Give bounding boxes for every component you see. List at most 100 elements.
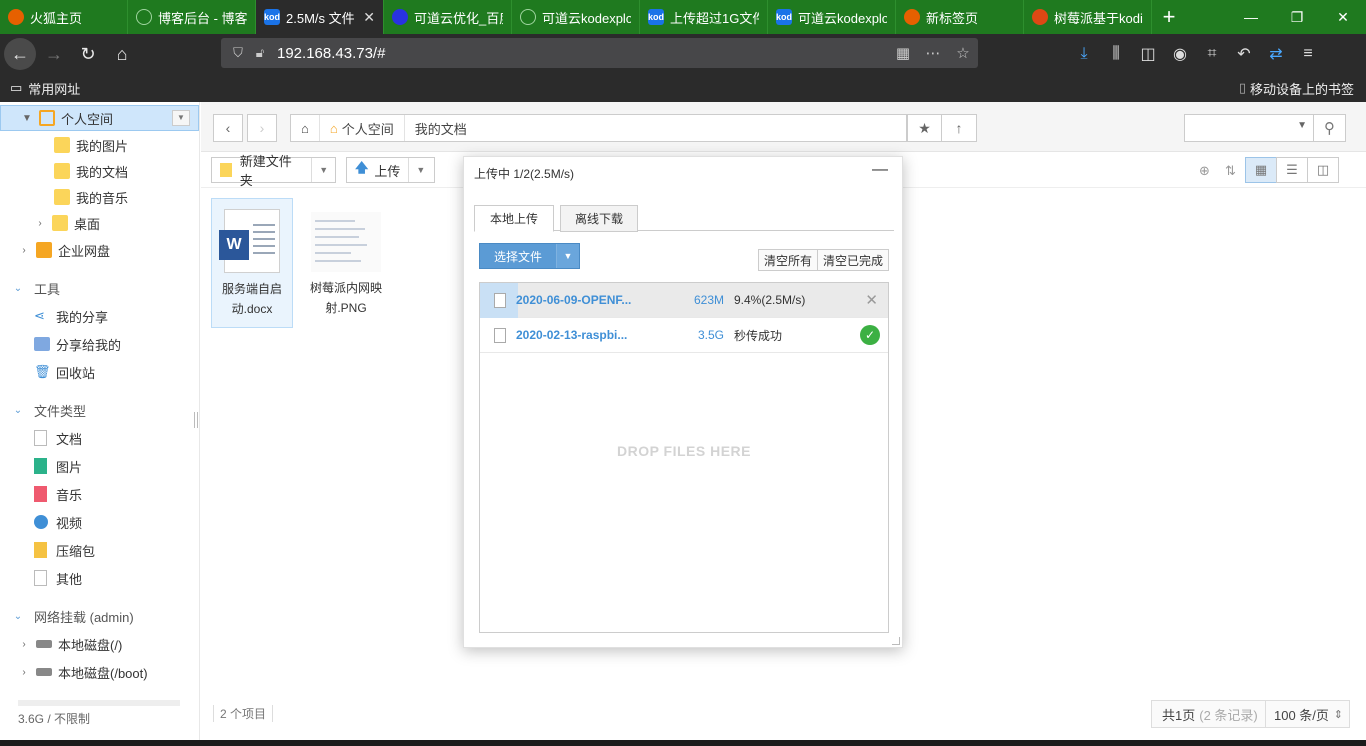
chevron-down-icon[interactable]: ▼ (556, 244, 579, 268)
tab-kodexplorer-blog[interactable]: 可道云kodexplorer (512, 0, 640, 34)
tab-blog-admin[interactable]: 博客后台 - 博客 (128, 0, 256, 34)
shield-icon[interactable]: ⛉ (227, 45, 249, 61)
undo-icon[interactable]: ↶ (1228, 44, 1260, 64)
new-tab-button[interactable]: + (1152, 0, 1186, 34)
new-folder-button[interactable]: 新建文件夹 ▼ (211, 154, 336, 188)
minimize-dialog-icon[interactable]: — (872, 161, 888, 179)
sync-icon[interactable]: ⇄ (1260, 44, 1292, 64)
chevron-down-icon[interactable]: ▼ (408, 158, 432, 182)
per-page-select[interactable]: 100 条/页 ⇕ (1265, 700, 1350, 728)
qr-code-icon[interactable]: ▦ (888, 44, 918, 62)
chevron-down-icon[interactable]: ⌄ (12, 283, 24, 294)
account-icon[interactable]: ◉ (1164, 44, 1196, 64)
back-button[interactable]: ← (4, 38, 36, 70)
grid-view-icon[interactable]: ▦ (1245, 157, 1277, 183)
upload-button[interactable]: 🡅 上传 ▼ (346, 157, 435, 183)
sidebar-resize-handle[interactable] (194, 412, 198, 428)
forward-button[interactable]: → (38, 38, 70, 70)
chevron-right-icon[interactable]: › (18, 667, 30, 678)
menu-icon[interactable]: ≡ (1292, 45, 1324, 63)
sidebar-item-type-archive[interactable]: 压缩包 (0, 537, 199, 563)
file-item-png[interactable]: 树莓派内网映射.PNG (305, 198, 387, 328)
download-icon[interactable]: ⤓ (1068, 45, 1100, 63)
list-view-icon[interactable]: ☰ (1276, 157, 1308, 183)
bookmark-folder-common[interactable]: ▭ 常用网址 (10, 79, 80, 98)
sidebar-item-type-music[interactable]: 音乐 (0, 481, 199, 507)
sidebar-item-shared-with-me[interactable]: 分享给我的 (0, 331, 199, 357)
address-bar[interactable]: ⛉ 🔓︎ 192.168.43.73/# ▦ ⋯ ☆ (221, 38, 978, 68)
chevron-down-icon[interactable]: ▼ (21, 113, 33, 124)
page-actions-icon[interactable]: ⋯ (918, 44, 948, 62)
sidebar-item-desktop[interactable]: › 桌面 (0, 210, 199, 236)
sidebar-item-my-documents[interactable]: 我的文档 (0, 158, 199, 184)
sidebar-item-personal-space[interactable]: ▼ 个人空间 ▼ (0, 105, 199, 131)
resize-grip[interactable] (892, 637, 900, 645)
tab-firefox-home[interactable]: 火狐主页 (0, 0, 128, 34)
tab-kodexplorer[interactable]: kod 可道云kodexplorer (768, 0, 896, 34)
folder-icon (54, 137, 70, 153)
tab-new-tab[interactable]: 新标签页 (896, 0, 1024, 34)
sidebar-section-network-mount[interactable]: ⌄ 网络挂载 (admin) (0, 603, 199, 629)
zoom-icon[interactable]: ⊕ (1199, 163, 1210, 179)
breadcrumb-item-documents[interactable]: 我的文档 (405, 115, 477, 141)
split-view-icon[interactable]: ◫ (1307, 157, 1339, 183)
search-button[interactable]: ⚲ (1314, 114, 1346, 142)
chevron-down-icon[interactable]: ▼ (311, 158, 335, 182)
upload-item-uploading[interactable]: 2020-06-09-OPENF... 623M 9.4%(2.5M/s) ✕ (480, 283, 888, 318)
drop-zone-hint[interactable]: DROP FILES HERE (480, 443, 888, 459)
library-icon[interactable]: ⫼ (1100, 45, 1132, 63)
close-tab-icon[interactable]: ✕ (357, 9, 375, 26)
chevron-down-icon[interactable]: ⌄ (12, 405, 24, 416)
tab-baidu[interactable]: 可道云优化_百度 (384, 0, 512, 34)
sidebar-section-tools[interactable]: ⌄ 工具 (0, 275, 199, 301)
cancel-upload-icon[interactable]: ✕ (865, 291, 878, 309)
history-back-button[interactable]: ‹ (213, 114, 243, 142)
tab-upload-active[interactable]: kod 2.5M/s 文件 ✕ (256, 0, 384, 34)
home-button[interactable]: ⌂ (106, 38, 138, 70)
chevron-down-icon[interactable]: ▼ (1297, 120, 1307, 131)
file-item-docx[interactable]: W 服务端自启动.docx (211, 198, 293, 328)
chevron-right-icon[interactable]: › (18, 639, 30, 650)
sort-icon[interactable]: ⇅ (1225, 163, 1236, 179)
sidebar-item-type-video[interactable]: 视频 (0, 509, 199, 535)
sidebar-item-type-images[interactable]: 图片 (0, 453, 199, 479)
bookmark-star-icon[interactable]: ☆ (948, 44, 978, 62)
minimize-window-button[interactable]: — (1228, 0, 1274, 34)
choose-files-button[interactable]: 选择文件 ▼ (479, 243, 580, 269)
tab-offline-download[interactable]: 离线下载 (560, 205, 638, 232)
chevron-down-icon[interactable]: ▼ (172, 110, 190, 126)
reload-button[interactable]: ↻ (72, 38, 104, 70)
screenshot-icon[interactable]: ⌗ (1196, 45, 1228, 63)
sidebar-item-my-share[interactable]: ⋖ 我的分享 (0, 303, 199, 329)
sidebar-item-my-pictures[interactable]: 我的图片 (0, 132, 199, 158)
chevron-right-icon[interactable]: › (18, 245, 30, 256)
sidebar-item-type-other[interactable]: 其他 (0, 565, 199, 591)
sidebar-item-my-music[interactable]: 我的音乐 (0, 184, 199, 210)
breadcrumb-home[interactable]: ⌂ (291, 115, 320, 141)
go-up-button[interactable]: ↑ (941, 114, 977, 142)
url-text[interactable]: 192.168.43.73/# (277, 45, 385, 62)
search-input[interactable]: ▼ (1184, 114, 1314, 142)
chevron-right-icon[interactable]: › (34, 218, 46, 229)
insecure-lock-icon[interactable]: 🔓︎ (249, 45, 271, 61)
sidebar-item-recycle-bin[interactable]: 🗑︎ 回收站 (0, 359, 199, 385)
close-window-button[interactable]: ✕ (1320, 0, 1366, 34)
upload-item-done[interactable]: 2020-02-13-raspbi... 3.5G 秒传成功 ✓ (480, 318, 888, 353)
clear-completed-button[interactable]: 清空已完成 (817, 250, 889, 270)
tab-local-upload[interactable]: 本地上传 (474, 205, 554, 232)
tab-raspberry-kodi[interactable]: 树莓派基于kodi (1024, 0, 1152, 34)
sidebar-item-enterprise-disk[interactable]: › 企业网盘 (0, 237, 199, 263)
sidebar-section-file-types[interactable]: ⌄ 文件类型 (0, 397, 199, 423)
clear-all-button[interactable]: 清空所有 (759, 250, 818, 270)
restore-window-button[interactable]: ❐ (1274, 0, 1320, 34)
bookmark-folder-mobile[interactable]: ▯ 移动设备上的书签 (1239, 79, 1354, 98)
history-forward-button[interactable]: › (247, 114, 277, 142)
sidebar-icon[interactable]: ◫ (1132, 44, 1164, 64)
chevron-down-icon[interactable]: ⌄ (12, 611, 24, 622)
sidebar-item-type-documents[interactable]: 文档 (0, 425, 199, 451)
sidebar-item-disk-boot[interactable]: › 本地磁盘(/boot) (0, 659, 199, 685)
favorite-star-button[interactable]: ★ (907, 114, 942, 142)
sidebar-item-disk-root[interactable]: › 本地磁盘(/) (0, 631, 199, 657)
tab-upload-1g[interactable]: kod 上传超过1G文件 (640, 0, 768, 34)
breadcrumb-item-personal[interactable]: ⌂ 个人空间 (320, 115, 405, 141)
